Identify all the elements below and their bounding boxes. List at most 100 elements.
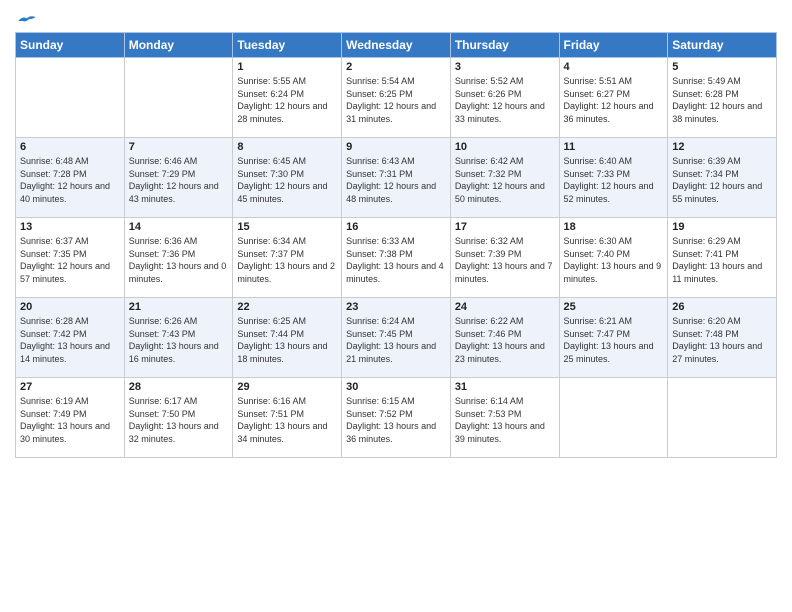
day-number: 25	[564, 301, 664, 313]
calendar-cell: 25 Sunrise: 6:21 AM Sunset: 7:47 PM Dayli…	[559, 298, 668, 378]
day-info: Sunrise: 5:55 AM Sunset: 6:24 PM Dayligh…	[237, 75, 337, 125]
day-number: 26	[672, 301, 772, 313]
calendar-cell: 12Sunrise: 6:39 AM Sunset: 7:34 PM Dayli…	[668, 138, 777, 218]
calendar-table: Sunday Monday Tuesday Wednesday Thursday…	[15, 32, 777, 458]
calendar-cell: 29 Sunrise: 6:16 AM Sunset: 7:51 PM Dayli…	[233, 378, 342, 458]
day-number: 23	[346, 301, 446, 313]
day-info: Sunrise: 6:30 AM Sunset: 7:40 PM Dayligh…	[564, 235, 664, 285]
col-sunday: Sunday	[16, 33, 125, 58]
day-number: 27	[20, 381, 120, 393]
col-wednesday: Wednesday	[342, 33, 451, 58]
calendar-week-row: 27 Sunrise: 6:19 AM Sunset: 7:49 PM Dayli…	[16, 378, 777, 458]
day-info: Sunrise: 6:16 AM Sunset: 7:51 PM Dayligh…	[237, 395, 337, 445]
calendar-cell: 15Sunrise: 6:34 AM Sunset: 7:37 PM Dayli…	[233, 218, 342, 298]
calendar-cell: 11Sunrise: 6:40 AM Sunset: 7:33 PM Dayli…	[559, 138, 668, 218]
day-number: 29	[237, 381, 337, 393]
day-number: 13	[20, 221, 120, 233]
calendar-cell: 26 Sunrise: 6:20 AM Sunset: 7:48 PM Dayli…	[668, 298, 777, 378]
day-number: 9	[346, 141, 446, 153]
day-info: Sunrise: 5:52 AM Sunset: 6:26 PM Dayligh…	[455, 75, 555, 125]
day-number: 20	[20, 301, 120, 313]
day-number: 28	[129, 381, 229, 393]
logo	[15, 14, 37, 24]
calendar-cell	[668, 378, 777, 458]
day-info: Sunrise: 6:15 AM Sunset: 7:52 PM Dayligh…	[346, 395, 446, 445]
day-info: Sunrise: 5:54 AM Sunset: 6:25 PM Dayligh…	[346, 75, 446, 125]
calendar-week-row: 1Sunrise: 5:55 AM Sunset: 6:24 PM Daylig…	[16, 58, 777, 138]
day-info: Sunrise: 6:17 AM Sunset: 7:50 PM Dayligh…	[129, 395, 229, 445]
calendar-week-row: 20 Sunrise: 6:28 AM Sunset: 7:42 PM Dayli…	[16, 298, 777, 378]
day-number: 31	[455, 381, 555, 393]
day-info: Sunrise: 6:19 AM Sunset: 7:49 PM Dayligh…	[20, 395, 120, 445]
calendar-cell: 31 Sunrise: 6:14 AM Sunset: 7:53 PM Dayli…	[450, 378, 559, 458]
day-number: 2	[346, 61, 446, 73]
day-number: 14	[129, 221, 229, 233]
day-info: Sunrise: 6:28 AM Sunset: 7:42 PM Dayligh…	[20, 315, 120, 365]
calendar-cell: 17 Sunrise: 6:32 AM Sunset: 7:39 PM Dayli…	[450, 218, 559, 298]
day-number: 21	[129, 301, 229, 313]
day-number: 17	[455, 221, 555, 233]
day-number: 22	[237, 301, 337, 313]
day-number: 7	[129, 141, 229, 153]
calendar-cell: 4Sunrise: 5:51 AM Sunset: 6:27 PM Daylig…	[559, 58, 668, 138]
day-number: 8	[237, 141, 337, 153]
calendar-week-row: 6 Sunrise: 6:48 AM Sunset: 7:28 PM Daylig…	[16, 138, 777, 218]
day-number: 3	[455, 61, 555, 73]
day-info: Sunrise: 6:21 AM Sunset: 7:47 PM Dayligh…	[564, 315, 664, 365]
header	[15, 10, 777, 24]
calendar-cell: 7 Sunrise: 6:46 AM Sunset: 7:29 PM Daylig…	[124, 138, 233, 218]
calendar-week-row: 13Sunrise: 6:37 AM Sunset: 7:35 PM Dayli…	[16, 218, 777, 298]
calendar-cell: 27 Sunrise: 6:19 AM Sunset: 7:49 PM Dayli…	[16, 378, 125, 458]
day-info: Sunrise: 5:49 AM Sunset: 6:28 PM Dayligh…	[672, 75, 772, 125]
calendar-cell: 16 Sunrise: 6:33 AM Sunset: 7:38 PM Dayli…	[342, 218, 451, 298]
calendar-cell: 14Sunrise: 6:36 AM Sunset: 7:36 PM Dayli…	[124, 218, 233, 298]
day-info: Sunrise: 6:48 AM Sunset: 7:28 PM Dayligh…	[20, 155, 120, 205]
day-number: 10	[455, 141, 555, 153]
day-info: Sunrise: 6:46 AM Sunset: 7:29 PM Dayligh…	[129, 155, 229, 205]
day-info: Sunrise: 6:26 AM Sunset: 7:43 PM Dayligh…	[129, 315, 229, 365]
calendar-cell: 28 Sunrise: 6:17 AM Sunset: 7:50 PM Dayli…	[124, 378, 233, 458]
day-number: 6	[20, 141, 120, 153]
calendar-cell: 9 Sunrise: 6:43 AM Sunset: 7:31 PM Daylig…	[342, 138, 451, 218]
day-info: Sunrise: 6:22 AM Sunset: 7:46 PM Dayligh…	[455, 315, 555, 365]
day-number: 18	[564, 221, 664, 233]
day-info: Sunrise: 6:40 AM Sunset: 7:33 PM Dayligh…	[564, 155, 664, 205]
day-info: Sunrise: 6:33 AM Sunset: 7:38 PM Dayligh…	[346, 235, 446, 285]
day-info: Sunrise: 6:32 AM Sunset: 7:39 PM Dayligh…	[455, 235, 555, 285]
day-info: Sunrise: 6:45 AM Sunset: 7:30 PM Dayligh…	[237, 155, 337, 205]
calendar-cell: 23 Sunrise: 6:24 AM Sunset: 7:45 PM Dayli…	[342, 298, 451, 378]
day-info: Sunrise: 6:29 AM Sunset: 7:41 PM Dayligh…	[672, 235, 772, 285]
calendar-cell: 5 Sunrise: 5:49 AM Sunset: 6:28 PM Daylig…	[668, 58, 777, 138]
calendar-cell: 21 Sunrise: 6:26 AM Sunset: 7:43 PM Dayli…	[124, 298, 233, 378]
calendar-cell	[16, 58, 125, 138]
day-number: 5	[672, 61, 772, 73]
day-number: 19	[672, 221, 772, 233]
calendar-cell: 8 Sunrise: 6:45 AM Sunset: 7:30 PM Daylig…	[233, 138, 342, 218]
calendar-cell: 22 Sunrise: 6:25 AM Sunset: 7:44 PM Dayli…	[233, 298, 342, 378]
day-number: 12	[672, 141, 772, 153]
day-info: Sunrise: 6:14 AM Sunset: 7:53 PM Dayligh…	[455, 395, 555, 445]
day-number: 16	[346, 221, 446, 233]
page: Sunday Monday Tuesday Wednesday Thursday…	[0, 0, 792, 612]
calendar-cell: 3 Sunrise: 5:52 AM Sunset: 6:26 PM Daylig…	[450, 58, 559, 138]
calendar-cell: 24 Sunrise: 6:22 AM Sunset: 7:46 PM Dayli…	[450, 298, 559, 378]
calendar-cell: 13Sunrise: 6:37 AM Sunset: 7:35 PM Dayli…	[16, 218, 125, 298]
day-info: Sunrise: 6:42 AM Sunset: 7:32 PM Dayligh…	[455, 155, 555, 205]
day-info: Sunrise: 5:51 AM Sunset: 6:27 PM Dayligh…	[564, 75, 664, 125]
calendar-cell	[559, 378, 668, 458]
calendar-cell: 30 Sunrise: 6:15 AM Sunset: 7:52 PM Dayli…	[342, 378, 451, 458]
col-monday: Monday	[124, 33, 233, 58]
col-friday: Friday	[559, 33, 668, 58]
day-info: Sunrise: 6:24 AM Sunset: 7:45 PM Dayligh…	[346, 315, 446, 365]
day-info: Sunrise: 6:43 AM Sunset: 7:31 PM Dayligh…	[346, 155, 446, 205]
day-number: 24	[455, 301, 555, 313]
calendar-cell: 18 Sunrise: 6:30 AM Sunset: 7:40 PM Dayli…	[559, 218, 668, 298]
calendar-cell: 1Sunrise: 5:55 AM Sunset: 6:24 PM Daylig…	[233, 58, 342, 138]
day-info: Sunrise: 6:20 AM Sunset: 7:48 PM Dayligh…	[672, 315, 772, 365]
calendar-cell: 20 Sunrise: 6:28 AM Sunset: 7:42 PM Dayli…	[16, 298, 125, 378]
calendar-cell: 10 Sunrise: 6:42 AM Sunset: 7:32 PM Dayli…	[450, 138, 559, 218]
calendar-cell	[124, 58, 233, 138]
day-number: 30	[346, 381, 446, 393]
calendar-header-row: Sunday Monday Tuesday Wednesday Thursday…	[16, 33, 777, 58]
day-info: Sunrise: 6:25 AM Sunset: 7:44 PM Dayligh…	[237, 315, 337, 365]
